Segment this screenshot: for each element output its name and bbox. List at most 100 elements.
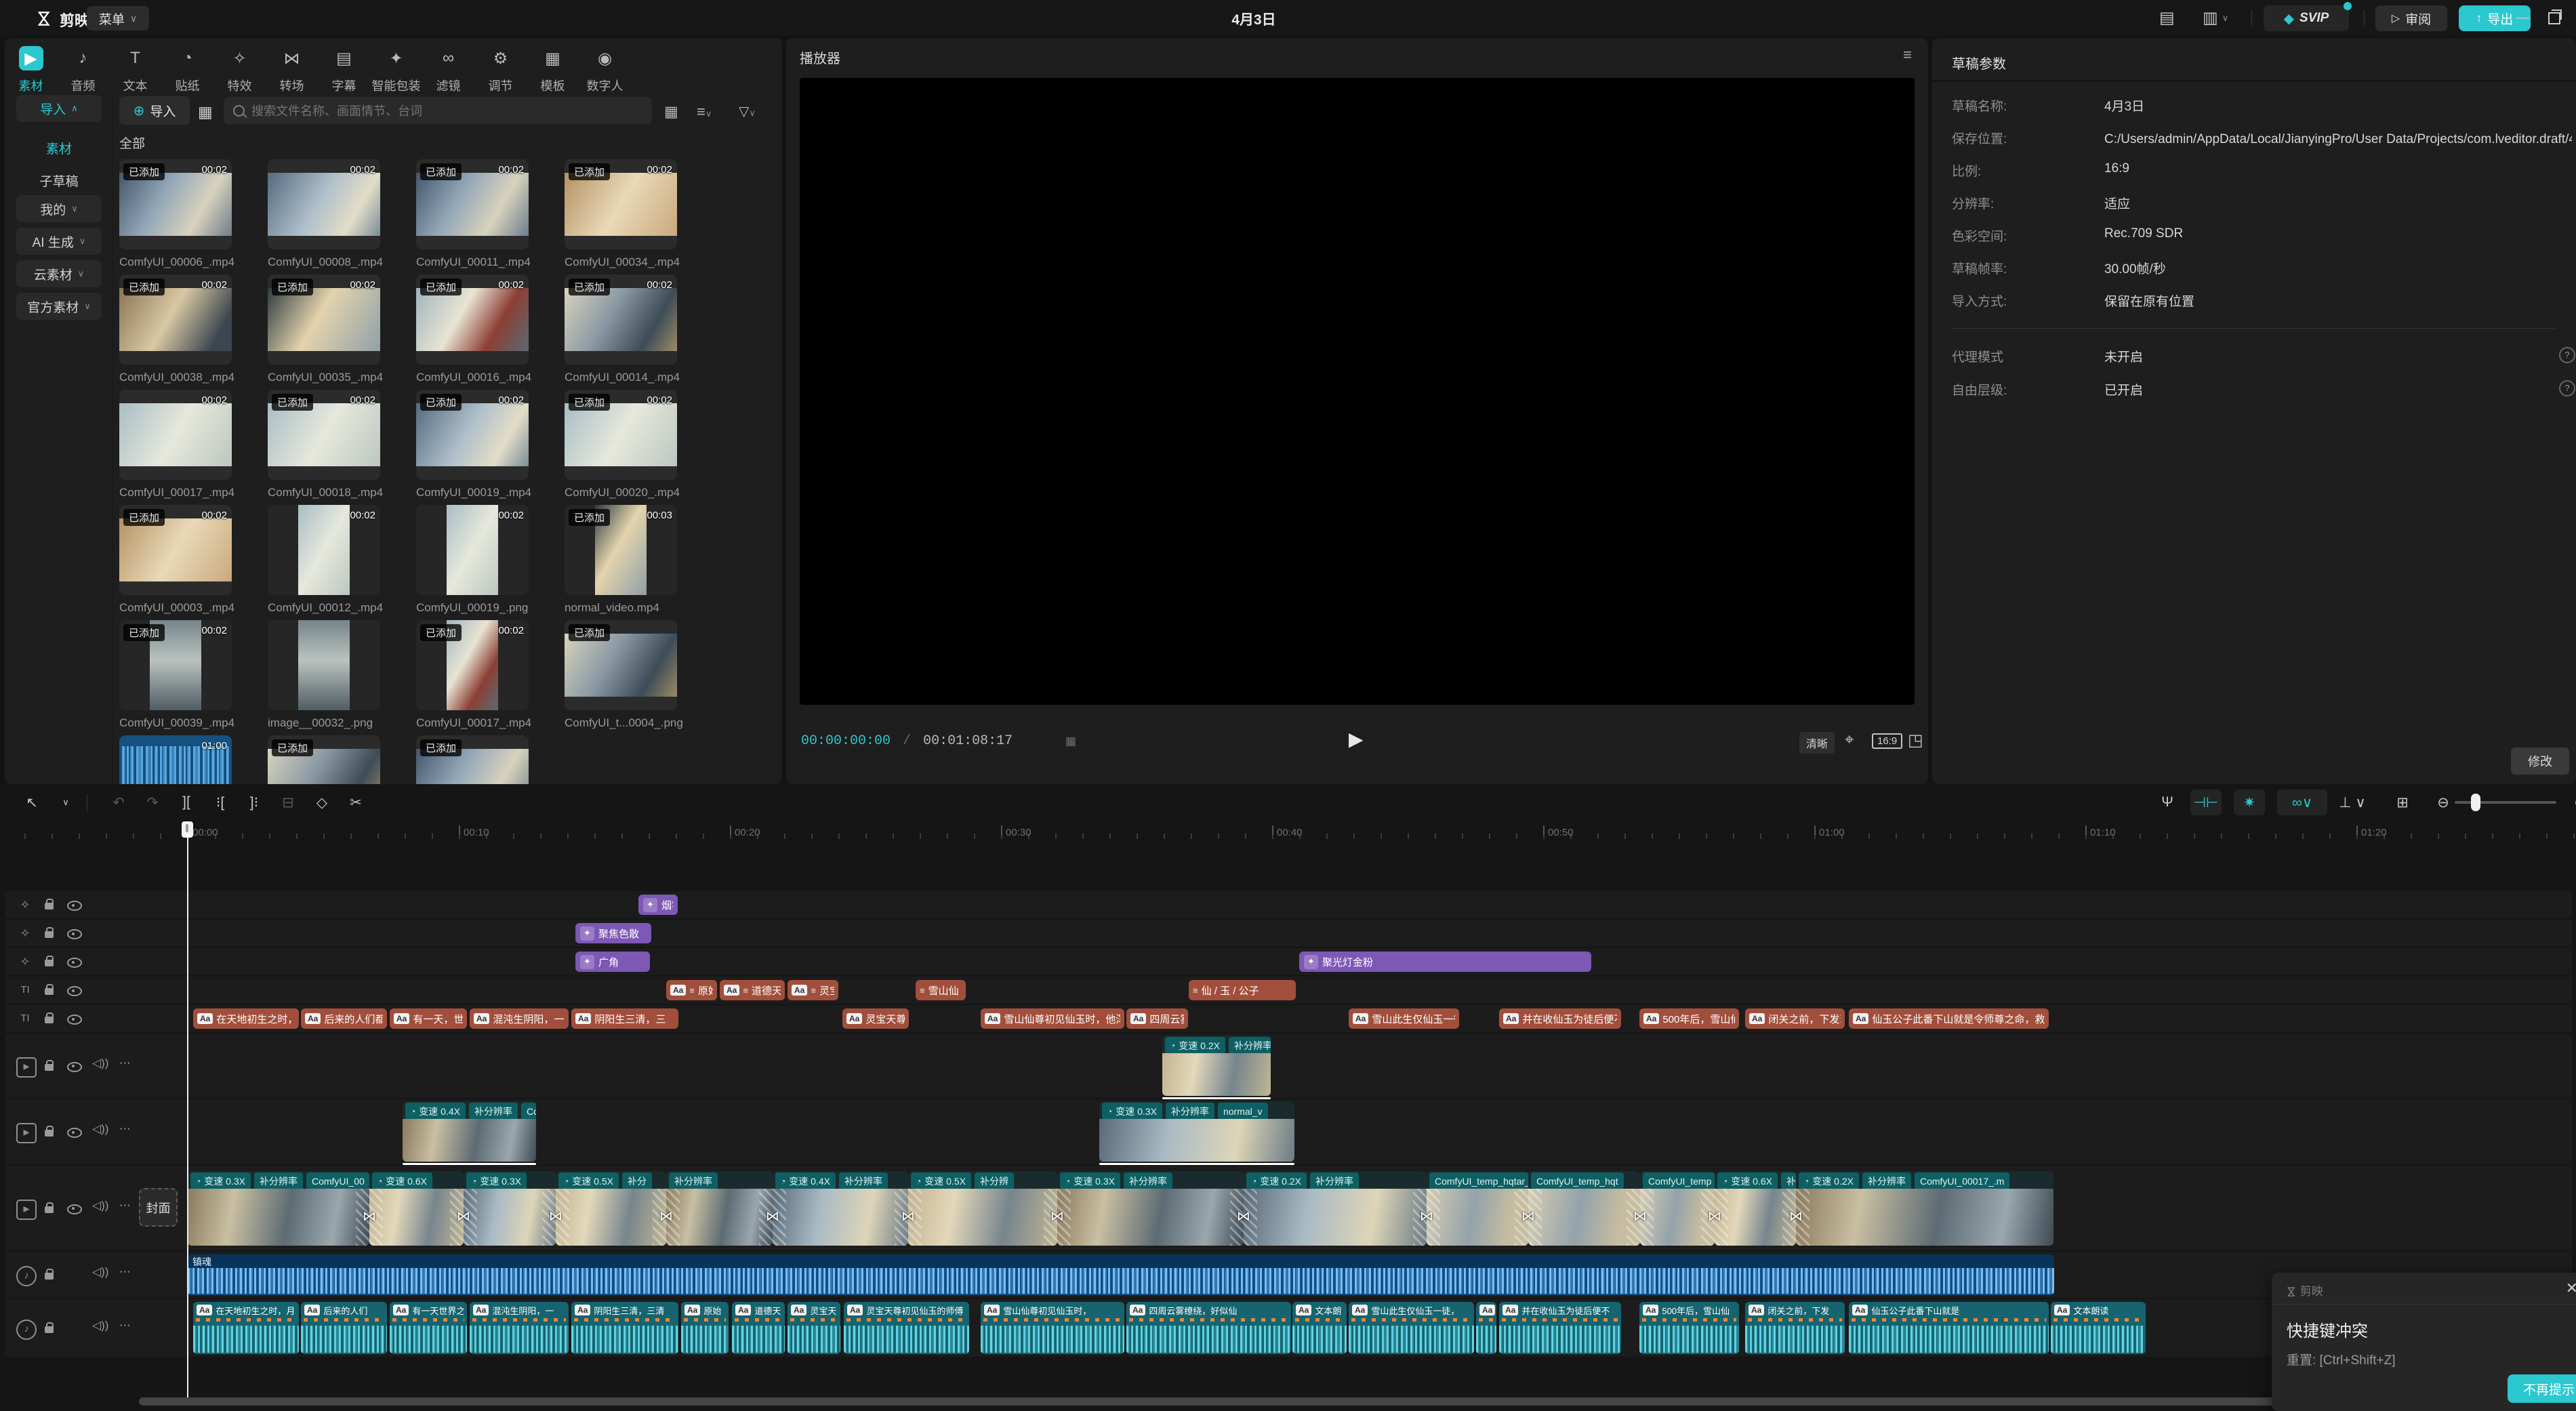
media-card[interactable]: 已添加00:02 [565, 390, 677, 480]
tts-audio-clip[interactable]: Aa灵宝天 [788, 1302, 840, 1354]
tts-audio-clip[interactable]: Aa雪山仙尊初见仙玉时， [981, 1302, 1124, 1354]
video-clip[interactable]: ◔变速 0.3X补分辨率normal_v [1099, 1101, 1294, 1162]
horizontal-scrollbar[interactable] [139, 1397, 2565, 1406]
track-more-icon[interactable]: ⋯ [119, 1199, 131, 1212]
text-clip[interactable]: Aa并在收仙玉为徒后便不 [1499, 1008, 1621, 1029]
text-clip[interactable]: ≡仙 / 玉 / 公子 [1189, 980, 1296, 1000]
import-media-button[interactable]: ⊕ 导入 [119, 96, 190, 125]
media-card[interactable]: 00:02 [268, 505, 380, 595]
media-card[interactable]: 00:02 [268, 159, 380, 249]
transition-icon[interactable]: ⋈ [549, 1208, 563, 1225]
tab-素材[interactable]: ▶素材 [5, 38, 57, 94]
fullscreen-icon[interactable]: ◳ [1908, 731, 1923, 750]
video-clip[interactable]: ComfyUI_temp_hqt [1528, 1171, 1640, 1246]
text-clip[interactable]: Aa在天地初生之时， [193, 1008, 299, 1029]
media-card[interactable]: 已添加 [416, 735, 529, 784]
effect-clip[interactable]: ✦聚光灯金粉 [1299, 952, 1591, 972]
transition-icon[interactable]: ⋈ [1050, 1208, 1064, 1225]
track-visibility-icon[interactable] [67, 1062, 82, 1076]
track-more-icon[interactable]: ⋯ [119, 1057, 131, 1070]
transition-icon[interactable]: ⋈ [1633, 1208, 1647, 1225]
text-clip[interactable]: Aa灵宝天尊初 [842, 1008, 909, 1029]
help-icon[interactable]: ? [2559, 347, 2575, 363]
transition-icon[interactable]: ⋈ [1420, 1208, 1433, 1225]
text-clip[interactable]: Aa500年后，雪山仙 [1639, 1008, 1739, 1029]
redo-button[interactable]: ↷ [140, 790, 165, 815]
split-left-button[interactable]: ⁝[ [207, 790, 233, 815]
help-icon[interactable]: ? [2559, 380, 2575, 396]
preview-axis-toggle[interactable]: ⊥ ∨ [2337, 790, 2368, 815]
sidebar-item-官方素材[interactable]: 官方素材∨ [16, 293, 102, 320]
tts-audio-clip[interactable]: Aa文本朗读 [2051, 1302, 2146, 1354]
media-card[interactable]: 已添加00:02 [565, 274, 677, 365]
media-card[interactable]: 已添加00:02 [565, 159, 677, 249]
effect-clip[interactable]: ✦聚焦色散 [575, 923, 651, 943]
text-clip[interactable]: Aa四周云雾缭 [1126, 1008, 1188, 1029]
tab-转场[interactable]: ⋈转场 [266, 38, 318, 94]
video-clip[interactable]: ◔变速 0.2X补分辨率 [1244, 1171, 1427, 1246]
tts-audio-clip[interactable]: Aa原始 [681, 1302, 729, 1354]
text-clip[interactable]: Aa≡灵宝 [788, 980, 838, 1000]
tab-音频[interactable]: ♪音频 [57, 38, 109, 94]
video-clip[interactable]: ◔变速 0.2X补分辨率ComfyUI_00017_.m [1796, 1171, 2053, 1246]
timeline-ruler[interactable]: 00:0000:1000:2000:3000:4000:5001:0001:10… [0, 821, 2576, 840]
sidebar-item-AI 生成[interactable]: AI 生成∨ [16, 228, 102, 255]
transition-icon[interactable]: ⋈ [1237, 1208, 1250, 1225]
playhead-line[interactable] [187, 825, 188, 1397]
tts-audio-clip[interactable]: Aa在天地初生之时，月 [193, 1302, 299, 1354]
minimize-button[interactable]: — [2516, 0, 2529, 36]
tts-audio-clip[interactable]: Aa后来的人们 [301, 1302, 387, 1354]
track-visibility-icon[interactable] [67, 929, 82, 943]
tts-audio-clip[interactable]: Aa闭关之前，下发 [1745, 1302, 1845, 1354]
track-visibility-icon[interactable] [67, 901, 82, 914]
audio-clip[interactable]: 镇魂 [188, 1254, 2054, 1295]
transition-icon[interactable]: ⋈ [1789, 1208, 1803, 1225]
text-clip[interactable]: Aa雪山仙尊初见仙玉时，他浑身 [981, 1008, 1124, 1029]
track-visibility-icon[interactable] [67, 1204, 82, 1218]
play-button[interactable]: ▶ [1349, 728, 1364, 750]
tab-滤镜[interactable]: ∞滤镜 [422, 38, 474, 94]
track-visibility-icon[interactable] [67, 986, 82, 1000]
tts-audio-clip[interactable]: Aa混沌生阴阳，一 [470, 1302, 569, 1354]
video-clip[interactable]: ◔变速 0.5X补分 [556, 1171, 666, 1246]
video-clip[interactable]: ◔变速 0.3X补分辨率ComfyUI_00 [188, 1171, 369, 1246]
transition-icon[interactable]: ⋈ [659, 1208, 673, 1225]
transition-icon[interactable]: ⋈ [1521, 1208, 1535, 1225]
select-tool[interactable]: ↖ [19, 790, 45, 815]
sidebar-item-导入[interactable]: 导入∧ [16, 95, 102, 122]
video-clip[interactable]: ComfyUI_temp_hqtar_00034_.png [1427, 1171, 1528, 1246]
workspace-layout-icon[interactable]: ▥∨ [2203, 0, 2228, 36]
tts-audio-clip[interactable]: Aa雪山此生仅仙玉一徒， [1349, 1302, 1474, 1354]
text-clip[interactable]: Aa闭关之前，下发现 [1745, 1008, 1845, 1029]
media-card[interactable]: 01:00 [119, 735, 232, 784]
track-visibility-icon[interactable] [67, 958, 82, 971]
mark-button[interactable]: ◇ [309, 790, 335, 815]
tts-audio-clip[interactable]: Aa阴阳生三清，三清 [571, 1302, 678, 1354]
text-clip[interactable]: Aa混沌生阴阳，一 [470, 1008, 569, 1029]
sidebar-item-子草稿[interactable]: 子草稿 [16, 167, 102, 194]
sidebar-item-我的[interactable]: 我的∨ [16, 195, 102, 222]
tts-audio-clip[interactable]: Aa文 [1476, 1302, 1496, 1354]
tab-数字人[interactable]: ◉数字人 [579, 38, 631, 94]
tts-audio-clip[interactable]: Aa并在收仙玉为徒后便不 [1499, 1302, 1621, 1354]
track-lock-icon[interactable] [45, 1324, 54, 1336]
fit-scale-icon[interactable]: ⌖ [1845, 731, 1854, 750]
text-clip[interactable]: Aa阴阳生三清，三 [571, 1008, 678, 1029]
media-card[interactable]: 已添加00:02 [416, 159, 529, 249]
qr-import-icon[interactable]: ▦ [198, 103, 213, 121]
track-lock-icon[interactable] [45, 901, 54, 913]
effect-clip[interactable]: ✦广角 [575, 952, 650, 972]
track-visibility-icon[interactable] [67, 1128, 82, 1141]
effect-clip[interactable]: ✦烟雾 [638, 895, 678, 915]
text-clip[interactable]: Aa后来的人们都 [301, 1008, 387, 1029]
track-mute-icon[interactable]: ◁)) [92, 1265, 108, 1279]
track-lock-icon[interactable] [45, 958, 54, 970]
tts-audio-clip[interactable]: Aa道德天 [732, 1302, 785, 1354]
grid-view-icon[interactable]: ▦ [664, 103, 678, 121]
text-clip[interactable]: Aa≡道德天 [720, 980, 785, 1000]
text-clip[interactable]: Aa雪山此生仅仙玉一徒 [1349, 1008, 1459, 1029]
tts-audio-clip[interactable]: Aa灵宝天尊初见仙玉的师傅 [844, 1302, 969, 1354]
timeline-scale-button[interactable]: ⊞ [2387, 790, 2418, 815]
split-button[interactable]: ][ [173, 790, 199, 815]
zoom-in-button[interactable]: ⊕ [2564, 790, 2576, 815]
